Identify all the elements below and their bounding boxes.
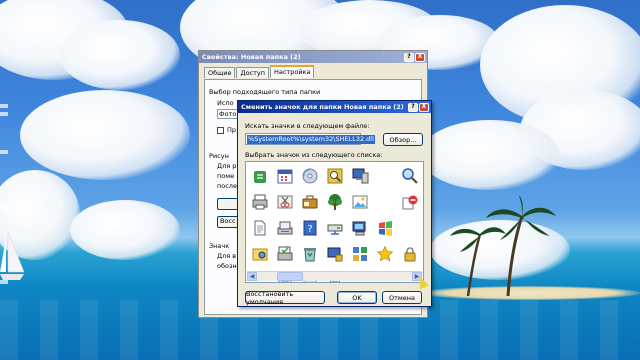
change-icon-dialog: Сменить значок для папки Новая папка (2)…	[237, 100, 432, 307]
help-button[interactable]: ?	[408, 102, 418, 112]
scissors-icon[interactable]	[274, 191, 295, 212]
scroll-thumb[interactable]	[277, 272, 303, 281]
svg-text:?: ?	[307, 224, 312, 235]
help-button[interactable]: ?	[404, 52, 414, 62]
apply-subfolders-checkbox[interactable]	[217, 127, 224, 134]
file-path-text: %SystemRoot%\system32\SHELL32.dll	[247, 134, 375, 144]
empty-icon-slot[interactable]	[399, 217, 420, 238]
icon-grid: ?	[249, 165, 423, 282]
folder-icons-text: обозн	[217, 262, 237, 270]
pictures-text: после	[217, 182, 237, 190]
star-icon[interactable]	[374, 243, 395, 264]
desktop-icon-label[interactable]	[0, 112, 8, 116]
tab-customize[interactable]: Настройка	[270, 65, 315, 78]
network-computer-icon[interactable]	[349, 165, 370, 186]
select-icon-label: Выбрать значок из следующего списка:	[245, 151, 383, 159]
pictures-text: Для р	[217, 162, 237, 170]
restore-defaults-button[interactable]: Восстановить умолчания	[245, 290, 325, 306]
tab-general[interactable]: Общие	[204, 67, 236, 78]
properties-titlebar[interactable]: Свойства: Новая папка (2) ? X	[199, 51, 427, 63]
sailboat-icon	[0, 231, 25, 280]
ok-button[interactable]: OK	[337, 291, 377, 304]
network-drive-icon[interactable]	[324, 217, 345, 238]
desktop-icon-label[interactable]	[0, 150, 8, 154]
magnifier-icon[interactable]	[399, 165, 420, 186]
properties-title: Свойства: Новая папка (2)	[202, 53, 301, 61]
icon-list[interactable]: ? ◀ ▶	[245, 161, 424, 283]
image-icon[interactable]	[349, 191, 370, 212]
browse-button[interactable]: Обзор...	[383, 133, 423, 146]
search-icon[interactable]	[324, 165, 345, 186]
close-button[interactable]: X	[419, 102, 429, 112]
change-icon-titlebar[interactable]: Сменить значок для папки Новая папка (2)…	[238, 101, 431, 113]
printer-check-icon[interactable]	[274, 243, 295, 264]
apply-subfolders-label: Пр	[227, 126, 237, 134]
padlock-icon[interactable]	[399, 243, 420, 264]
horizontal-scrollbar[interactable]: ◀ ▶	[247, 271, 422, 281]
file-path-input[interactable]: %SystemRoot%\system32\SHELL32.dll	[245, 133, 375, 145]
folder-icons-text: Для в	[217, 252, 237, 260]
properties-tabs: Общие Доступ Настройка	[204, 65, 315, 78]
tab-sharing[interactable]: Доступ	[236, 67, 269, 78]
folder-icons-group-label: Значк	[209, 242, 230, 250]
close-button[interactable]: X	[415, 52, 425, 62]
briefcase-icon[interactable]	[299, 191, 320, 212]
globe-cd-icon[interactable]	[299, 165, 320, 186]
recycle-icon[interactable]	[249, 165, 270, 186]
tree-icon[interactable]	[324, 191, 345, 212]
help-book-icon[interactable]: ?	[299, 217, 320, 238]
empty-icon-slot[interactable]	[374, 165, 395, 186]
change-icon-title: Сменить значок для папки Новая папка (2)	[241, 103, 404, 111]
cancel-button[interactable]: Отмена	[382, 291, 422, 304]
desktop-icon-label[interactable]	[0, 205, 8, 209]
printer-icon[interactable]	[249, 191, 270, 212]
tiles-icon[interactable]	[349, 243, 370, 264]
desktop-icon-label[interactable]	[0, 104, 8, 108]
empty-icon-slot[interactable]	[374, 191, 395, 212]
scanner-icon[interactable]	[274, 217, 295, 238]
no-entry-icon[interactable]	[399, 191, 420, 212]
pictures-group-label: Рисун	[209, 152, 229, 160]
scroll-left-button[interactable]: ◀	[247, 272, 257, 281]
lock-computer-icon[interactable]	[324, 243, 345, 264]
document-icon[interactable]	[249, 217, 270, 238]
computer-icon[interactable]	[349, 217, 370, 238]
use-template-label: Испо	[217, 99, 234, 107]
windows-flag-icon[interactable]	[374, 217, 395, 238]
pictures-text: поме	[217, 172, 235, 180]
folder-type-group-label: Выбор подходящего типа папки	[209, 88, 321, 96]
folder-settings-icon[interactable]	[249, 243, 270, 264]
calendar-icon[interactable]	[274, 165, 295, 186]
palm-tree-icon	[450, 196, 556, 296]
recycle-full-icon[interactable]	[299, 243, 320, 264]
desktop-icon-label[interactable]	[0, 280, 8, 284]
search-file-label: Искать значки в следующем файле:	[245, 122, 370, 130]
